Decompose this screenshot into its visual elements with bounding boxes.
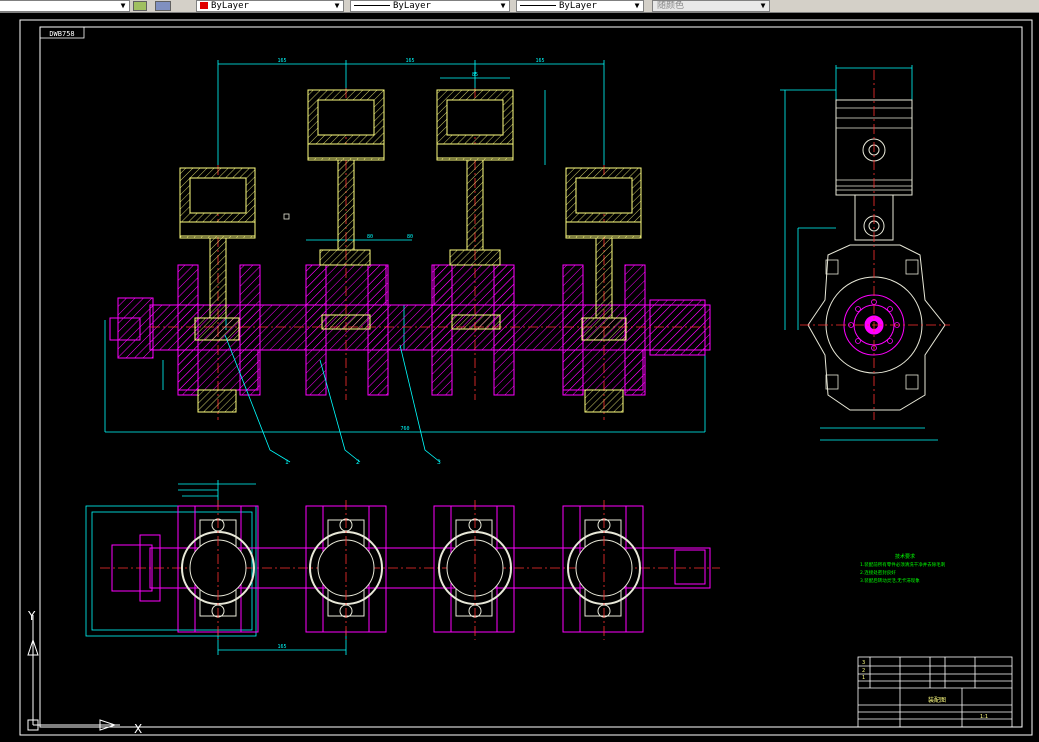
chevron-down-icon[interactable]: ▼	[498, 1, 508, 11]
sheet-scale: 1:1	[980, 714, 988, 720]
tech-title: 技术要求	[895, 553, 915, 560]
leader-label-1: 1	[285, 459, 289, 466]
svg-text:760: 760	[400, 426, 409, 432]
title-rev-2: 2	[862, 668, 865, 674]
lineweight-preview	[520, 5, 556, 6]
svg-text:165: 165	[277, 644, 286, 650]
layer-state-icon[interactable]	[133, 1, 147, 11]
tech-note-2: 2.连接处密封良好	[860, 569, 896, 576]
properties-toolbar: ▼ ByLayer ▼ ByLayer ▼ ByLayer ▼ 随颜色 ▼	[0, 0, 1039, 13]
lineweight-value: ByLayer	[559, 1, 597, 11]
linetype-preview	[354, 5, 390, 6]
linetype-control[interactable]: ByLayer ▼	[350, 0, 510, 12]
ucs-x-label: X	[134, 722, 142, 736]
color-control[interactable]: ByLayer ▼	[196, 0, 344, 12]
color-value: ByLayer	[211, 1, 249, 11]
lineweight-control[interactable]: ByLayer ▼	[516, 0, 644, 12]
top-view: 165	[85, 480, 720, 655]
leader-label-3: 3	[437, 459, 441, 466]
chevron-down-icon[interactable]: ▼	[632, 1, 642, 11]
title-block	[857, 656, 1013, 728]
side-view	[780, 65, 950, 441]
chevron-down-icon[interactable]: ▼	[332, 1, 342, 11]
technical-notes: 技术要求 1.装配前所有零件必须清洗干净并去除毛刺 2.连接处密封良好 3.装配…	[860, 553, 946, 584]
svg-text:80: 80	[407, 234, 413, 240]
svg-text:165: 165	[535, 58, 544, 64]
chevron-down-icon[interactable]: ▼	[758, 1, 768, 11]
frame-tag: DWB758	[49, 30, 74, 38]
drawing-canvas[interactable]: DWB758 165 165 165 85 80 80 760 1 2 3 165…	[0, 13, 1039, 742]
leader-label-2: 2	[356, 459, 360, 466]
tech-note-1: 1.装配前所有零件必须清洗干净并去除毛刺	[860, 561, 946, 568]
layer-dropdown-tail[interactable]: ▼	[0, 0, 130, 12]
ucs-y-label: Y	[27, 609, 36, 623]
plotstyle-control[interactable]: 随颜色 ▼	[652, 0, 770, 12]
chevron-down-icon[interactable]: ▼	[118, 1, 128, 11]
svg-text:80: 80	[367, 234, 373, 240]
svg-text:165: 165	[277, 58, 286, 64]
svg-text:85: 85	[472, 72, 478, 78]
plotstyle-value: 随颜色	[657, 1, 685, 11]
title-rev-1: 1	[862, 675, 865, 681]
layer-previous-icon[interactable]	[155, 1, 171, 11]
color-swatch	[200, 2, 208, 9]
svg-text:165: 165	[405, 58, 414, 64]
front-view: 165 165 165 85 80 80 760 1 2 3	[104, 58, 711, 466]
linetype-value: ByLayer	[393, 1, 431, 11]
title-rev-3: 3	[862, 660, 865, 666]
ucs-icon	[27, 615, 120, 731]
drawing-name: 装配图	[928, 696, 946, 704]
tech-note-3: 3.装配后转动灵活,无卡滞现象	[860, 577, 920, 584]
